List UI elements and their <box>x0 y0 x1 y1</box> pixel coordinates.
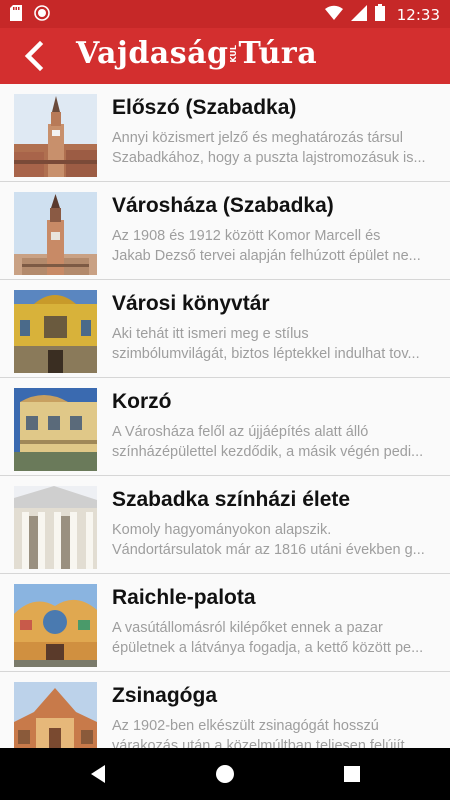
list-item[interactable]: Raichle-palota A vasútállomásról kilépők… <box>0 574 450 672</box>
square-recents-icon <box>340 766 364 790</box>
item-description-line: szimbólumvilágát, biztos léptekkel indul… <box>112 346 420 362</box>
list-item[interactable]: Városháza (Szabadka) Az 1908 és 1912 köz… <box>0 182 450 280</box>
nav-home-button[interactable] <box>213 762 237 786</box>
sight-list: Előszó (Szabadka) Annyi közismert jelző … <box>0 84 450 748</box>
item-description: A vasútállomásról kilépőket ennek a paza… <box>112 618 440 658</box>
thumbnail-raichle-palace <box>14 584 97 667</box>
logo-text-mid: KUL <box>228 44 238 63</box>
item-description: Aki tehát itt ismeri meg e stílus szimbó… <box>112 324 440 364</box>
logo-text-left: Vajdaság <box>76 36 229 71</box>
item-title: Előszó (Szabadka) <box>112 96 297 119</box>
list-item[interactable]: Városi könyvtár Aki tehát itt ismeri meg… <box>0 280 450 378</box>
item-description-line: várakozás után a közelmúltban teljesen f… <box>112 738 417 748</box>
item-description-line: Vándortársulatok már az 1816 utáni évekb… <box>112 542 425 558</box>
thumbnail-city-hall <box>14 192 97 275</box>
item-title: Szabadka színházi élete <box>112 488 351 511</box>
item-description-line: Az 1908 és 1912 között Komor Marcell és <box>112 228 381 244</box>
battery-icon <box>374 4 385 26</box>
item-description-line: Komoly hagyományokon alapszik. <box>112 522 332 538</box>
app-logo: Vajdaság KUL Túra <box>76 36 317 71</box>
list-item[interactable]: Szabadka színházi élete Komoly hagyomány… <box>0 476 450 574</box>
record-icon <box>34 5 50 26</box>
app-bar: Vajdaság KUL Túra <box>0 28 450 84</box>
logo-text-right: Túra <box>238 36 318 71</box>
item-description: Az 1908 és 1912 között Komor Marcell és … <box>112 226 440 266</box>
sd-card-icon <box>10 5 22 26</box>
item-title: Raichle-palota <box>112 586 256 609</box>
item-description-line: A Városháza felől az újjáépítés alatt ál… <box>112 424 369 440</box>
item-description-line: A vasútállomásról kilépőket ennek a paza… <box>112 620 383 636</box>
item-description-line: Annyi közismert jelző és meghatározás tá… <box>112 130 403 146</box>
list-item[interactable]: Korzó A Városháza felől az újjáépítés al… <box>0 378 450 476</box>
status-time: 12:33 <box>396 6 440 24</box>
item-description-line: Az 1902-ben elkészült zsinagógát hosszú <box>112 718 379 734</box>
navigation-bar <box>0 748 450 800</box>
item-description: Annyi közismert jelző és meghatározás tá… <box>112 128 440 168</box>
item-title: Zsinagóga <box>112 684 218 707</box>
list-item[interactable]: Zsinagóga Az 1902-ben elkészült zsinagóg… <box>0 672 450 748</box>
item-title: Városháza (Szabadka) <box>112 194 334 217</box>
item-description-line: Szabadkához, hogy a puszta lajstromozásu… <box>112 150 426 166</box>
item-description-line: színházépülettel kezdődik, a másik végén… <box>112 444 424 460</box>
item-description-line: épületnek a látványa fogadja, a kettő kö… <box>112 640 424 656</box>
thumbnail-theatre <box>14 486 97 569</box>
nav-back-button[interactable] <box>86 762 110 786</box>
nav-recents-button[interactable] <box>340 762 364 786</box>
item-description-line: Aki tehát itt ismeri meg e stílus <box>112 326 309 342</box>
back-button[interactable] <box>18 40 54 72</box>
item-description-line: Jakab Dezső tervei alapján felhúzott épü… <box>112 248 421 264</box>
back-arrow-icon <box>18 40 54 76</box>
list-item[interactable]: Előszó (Szabadka) Annyi közismert jelző … <box>0 84 450 182</box>
signal-icon <box>350 4 367 26</box>
thumbnail-city-hall-tower <box>14 94 97 177</box>
item-title: Városi könyvtár <box>112 292 270 315</box>
circle-home-icon <box>213 765 237 790</box>
item-description: Az 1902-ben elkészült zsinagógát hosszú … <box>112 716 440 748</box>
thumbnail-korzo <box>14 388 97 471</box>
thumbnail-library <box>14 290 97 373</box>
thumbnail-synagogue <box>14 682 97 748</box>
item-title: Korzó <box>112 390 172 413</box>
item-description: A Városháza felől az újjáépítés alatt ál… <box>112 422 440 462</box>
status-bar: 12:33 <box>0 0 450 28</box>
triangle-back-icon <box>86 765 110 790</box>
item-description: Komoly hagyományokon alapszik. Vándortár… <box>112 520 440 560</box>
wifi-icon <box>324 5 343 26</box>
